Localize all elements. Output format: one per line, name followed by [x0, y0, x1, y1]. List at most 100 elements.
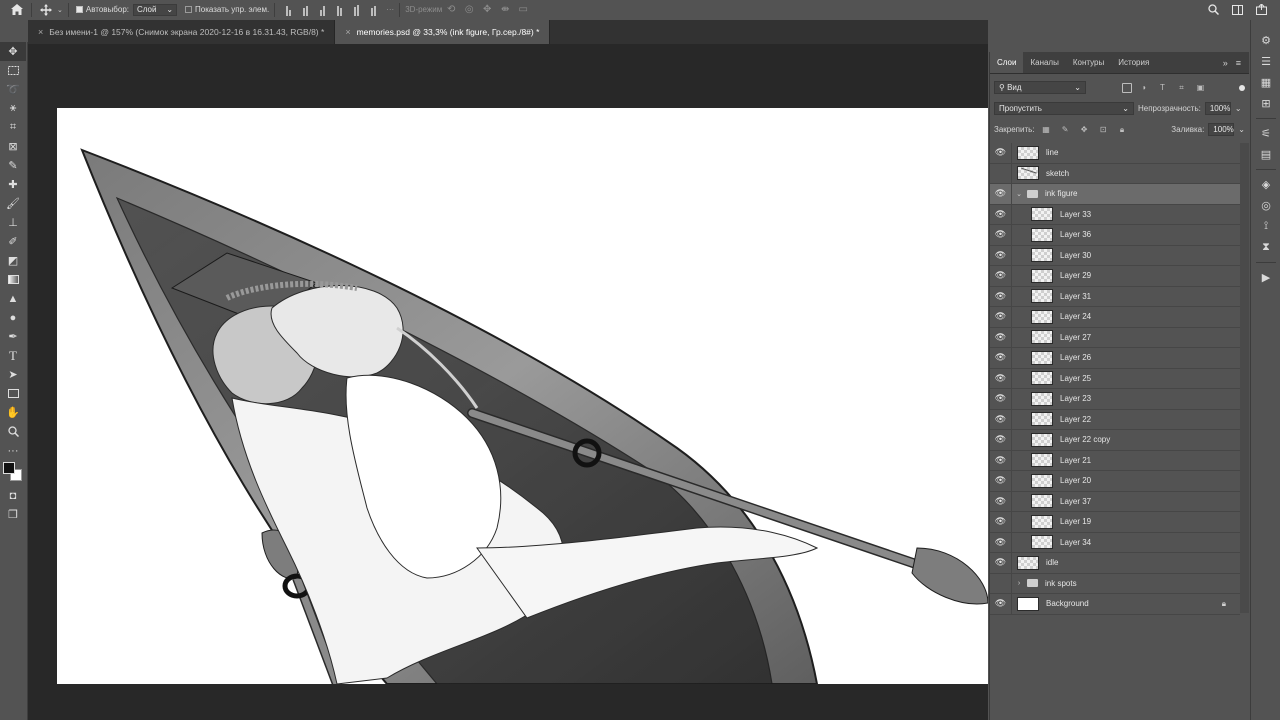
visibility-eye-icon[interactable]: 👁︎ — [990, 532, 1012, 553]
home-icon[interactable] — [8, 1, 26, 19]
visibility-eye-icon[interactable]: 👁︎ — [990, 306, 1012, 327]
layer-row[interactable]: 👁︎ Layer 21 — [990, 450, 1240, 471]
share-icon[interactable] — [1252, 1, 1270, 19]
document-canvas[interactable] — [57, 108, 988, 684]
lock-position-icon[interactable]: ✥ — [1080, 125, 1089, 134]
quick-mask-icon[interactable]: ◘ — [0, 486, 26, 505]
align-vcenter-icon[interactable] — [299, 3, 312, 16]
tab-channels[interactable]: Каналы — [1023, 52, 1065, 73]
dodge-tool-icon[interactable]: ● — [0, 308, 26, 327]
filter-pixel-icon[interactable] — [1122, 82, 1132, 93]
visibility-eye-icon[interactable]: 👁︎ — [990, 327, 1012, 348]
chevron-down-icon[interactable]: ⌄ — [1235, 104, 1242, 113]
orbit-3d-icon[interactable]: ⟲ — [442, 1, 460, 19]
blend-mode-select[interactable]: Пропустить ⌄ — [994, 102, 1134, 115]
canvas-workspace[interactable] — [28, 44, 988, 720]
layer-row[interactable]: 👁︎ Layer 25 — [990, 368, 1240, 389]
layer-row[interactable]: 👁︎ sketch — [990, 163, 1240, 184]
visibility-eye-icon[interactable]: 👁︎ — [990, 409, 1012, 430]
lock-all-icon[interactable]: 🔒︎ — [1118, 125, 1127, 134]
visibility-eye-icon[interactable]: 👁︎ — [990, 368, 1012, 389]
visibility-eye-icon[interactable]: 👁︎ — [990, 552, 1012, 573]
info-icon[interactable]: ▤ — [1251, 144, 1280, 165]
lock-pixels-icon[interactable]: ✎ — [1061, 125, 1070, 134]
filter-kind-select[interactable]: ⚲ Вид ⌄ — [994, 81, 1086, 94]
pen-tool-icon[interactable]: ✒ — [0, 327, 26, 346]
rectangle-tool-icon[interactable] — [0, 384, 26, 403]
move-tool-icon[interactable] — [37, 1, 55, 19]
visibility-eye-icon[interactable]: 👁︎ — [990, 491, 1012, 512]
tab-untitled[interactable]: × Без имени-1 @ 157% (Снимок экрана 2020… — [28, 20, 336, 44]
visibility-eye-icon[interactable]: 👁︎ — [990, 347, 1012, 368]
eraser-icon[interactable]: ◩ — [0, 251, 26, 270]
chevron-right-icon[interactable]: › — [1015, 580, 1023, 587]
history-icon[interactable]: ⧗ — [1251, 237, 1280, 258]
layer-row[interactable]: 👁︎ Layer 20 — [990, 470, 1240, 492]
libraries-icon[interactable]: ⚙ — [1251, 30, 1280, 51]
layer-group-row[interactable]: 👁︎ ⌄ ink figure — [990, 183, 1240, 205]
align-top-icon[interactable] — [282, 3, 295, 16]
workspace-icon[interactable] — [1228, 1, 1246, 19]
visibility-eye-icon[interactable]: 👁︎ — [990, 429, 1012, 450]
layer-row[interactable]: 👁︎ Layer 37 — [990, 491, 1240, 512]
zoom-tool-icon[interactable] — [0, 422, 26, 441]
properties-icon[interactable]: ⚟ — [1251, 123, 1280, 144]
healing-brush-icon[interactable]: ✚ — [0, 175, 26, 194]
layer-row[interactable]: 👁︎ Layer 27 — [990, 327, 1240, 348]
frame-tool-icon[interactable]: ⊠ — [0, 137, 26, 156]
more-tools-icon[interactable]: ··· — [0, 441, 26, 460]
layer-row[interactable]: 👁︎ Layer 33 — [990, 204, 1240, 225]
visibility-eye-icon[interactable]: 👁︎ — [990, 163, 1012, 184]
layer-group-row[interactable]: 👁︎› ink spots — [990, 573, 1240, 594]
align-left-icon[interactable] — [333, 3, 346, 16]
collapse-panel-icon[interactable]: » — [1223, 58, 1228, 68]
layer-row[interactable]: 👁︎ line — [990, 142, 1240, 164]
visibility-eye-icon[interactable]: 👁︎ — [990, 450, 1012, 471]
crop-tool-icon[interactable]: ⌗ — [0, 118, 26, 137]
chevron-down-icon[interactable]: ⌄ — [57, 6, 63, 14]
tab-layers[interactable]: Слои — [990, 52, 1024, 73]
align-bottom-icon[interactable] — [316, 3, 329, 16]
gradient-tool-icon[interactable] — [0, 270, 26, 289]
visibility-eye-icon[interactable]: 👁︎ — [990, 286, 1012, 307]
paths-icon[interactable]: ⟟ — [1251, 216, 1280, 237]
slide-3d-icon[interactable]: ⇼ — [496, 1, 514, 19]
clone-stamp-icon[interactable]: ⊥ — [0, 213, 26, 232]
tab-memories[interactable]: × memories.psd @ 33,3% (ink figure, Гр.с… — [335, 20, 551, 44]
opacity-input[interactable]: 100% — [1204, 102, 1231, 115]
distribute-more-icon[interactable]: ··· — [386, 5, 394, 14]
roll-3d-icon[interactable]: ◎ — [460, 1, 478, 19]
magic-wand-icon[interactable]: ⚹ — [0, 99, 26, 118]
layer-row[interactable]: 👁︎ Layer 23 — [990, 388, 1240, 410]
filter-adjust-icon[interactable]: ◑ — [1139, 83, 1148, 92]
visibility-eye-icon[interactable]: 👁︎ — [990, 245, 1012, 266]
foreground-color-swatch-front[interactable] — [3, 462, 15, 474]
layer-row[interactable]: 👁︎ Layer 36 — [990, 224, 1240, 246]
layer-row[interactable]: 👁︎ Layer 22 copy — [990, 429, 1240, 451]
grid-icon[interactable]: ⊞ — [1251, 93, 1280, 114]
swatches-icon[interactable]: ▦ — [1251, 72, 1280, 93]
type-tool-icon[interactable]: T — [0, 346, 26, 365]
adjust-icon[interactable]: ☰ — [1251, 51, 1280, 72]
chevron-down-icon[interactable]: ⌄ — [1238, 125, 1245, 134]
layer-row[interactable]: 👁︎ Layer 29 — [990, 265, 1240, 287]
layer-row[interactable]: 👁︎ Background 🔒︎ — [990, 593, 1240, 615]
visibility-eye-icon[interactable]: 👁︎ — [990, 183, 1012, 204]
layer-row[interactable]: 👁︎ Layer 31 — [990, 286, 1240, 307]
play-icon[interactable]: ▶ — [1251, 267, 1280, 288]
layer-row[interactable]: 👁︎ Layer 34 — [990, 532, 1240, 553]
lock-transparency-icon[interactable]: ▦ — [1042, 125, 1051, 134]
filter-smart-icon[interactable]: ▣ — [1196, 83, 1205, 92]
visibility-eye-icon[interactable]: 👁︎ — [990, 224, 1012, 245]
visibility-eye-icon[interactable]: 👁︎ — [990, 511, 1012, 532]
move-tool-icon[interactable]: ✥ — [0, 42, 26, 61]
blur-tool-icon[interactable]: ▲ — [0, 289, 26, 308]
brush-tool-icon[interactable]: 🖌 — [0, 194, 26, 213]
visibility-eye-icon[interactable]: 👁︎ — [990, 265, 1012, 286]
autoselect-target-select[interactable]: Слой ⌄ — [133, 3, 178, 16]
layers-scrollbar[interactable] — [1240, 143, 1249, 613]
autoselect-checkbox[interactable] — [75, 6, 83, 13]
screen-mode-icon[interactable]: ❐ — [0, 505, 26, 524]
visibility-eye-icon[interactable]: 👁︎ — [990, 142, 1012, 163]
filter-type-icon[interactable]: T — [1158, 83, 1167, 92]
